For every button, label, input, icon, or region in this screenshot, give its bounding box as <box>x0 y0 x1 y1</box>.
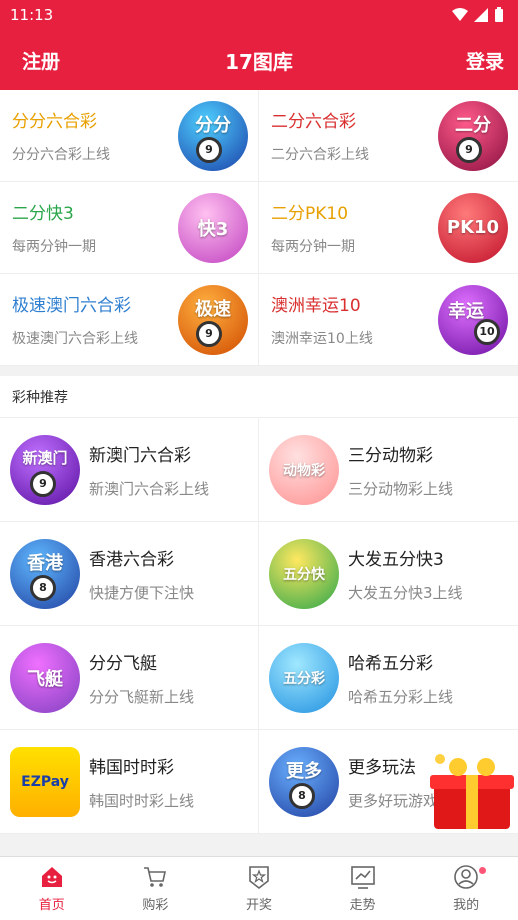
airship-icon: 飞艇 <box>10 642 80 713</box>
lottery-balls-icon: 新澳门 9 <box>10 434 80 505</box>
section-title: 彩种推荐 <box>0 376 518 418</box>
dice-icon: 快3 <box>178 192 248 263</box>
tab-buy[interactable]: 购彩 <box>104 857 208 920</box>
animal-icon: 动物彩 <box>269 434 339 505</box>
cart-icon <box>144 867 167 887</box>
game-desc: 新澳门六合彩上线 <box>89 479 210 498</box>
game-desc: 澳洲幸运10上线 <box>271 331 373 347</box>
app-header: 注册 17图库 登录 <box>0 30 518 90</box>
game-name: 哈希五分彩 <box>348 653 433 674</box>
game-desc: 分分六合彩上线 <box>12 147 110 163</box>
battery-icon <box>495 7 503 22</box>
recommend-item[interactable]: 飞艇 分分飞艇分分飞艇新上线 <box>0 626 259 730</box>
game-name: 分分六合彩 <box>12 112 97 132</box>
recommend-grid: 新澳门 9 新澳门六合彩 新澳门六合彩上线 动物彩 三分动物彩三分动物彩上线 香港 8… <box>0 418 518 834</box>
featured-item[interactable]: 澳洲幸运10 澳洲幸运10上线 幸运 10 <box>259 274 518 366</box>
lottery-balls-icon: 分分 9 <box>178 100 248 171</box>
alarm-clock-icon: 五分彩 <box>269 642 339 713</box>
game-desc: 大发五分快3上线 <box>348 583 463 602</box>
recommend-item[interactable]: 更多 8 更多玩法更多好玩游戏 <box>259 730 518 834</box>
game-desc: 三分动物彩上线 <box>348 479 454 498</box>
status-time: 11:13 <box>10 6 54 24</box>
game-name: 澳洲幸运10 <box>271 296 361 316</box>
recommend-item[interactable]: 五分快 大发五分快3 大发五分快3上线 <box>259 522 518 626</box>
gift-box-icon[interactable] <box>428 751 516 831</box>
featured-item[interactable]: 分分六合彩分分六合彩上线 分分 9 <box>0 90 259 182</box>
game-desc: 每两分钟一期 <box>271 239 355 255</box>
page-title: 17图库 <box>225 49 293 74</box>
game-name: 二分六合彩 <box>271 112 356 132</box>
game-name: 二分PK10 <box>271 204 349 224</box>
tab-home[interactable]: 首页 <box>0 857 104 920</box>
user-icon <box>454 865 478 889</box>
status-bar: 11:13 <box>0 0 518 30</box>
game-desc: 韩国时时彩上线 <box>89 791 195 810</box>
game-name: 新澳门六合彩 <box>89 445 191 466</box>
recommend-item[interactable]: 五分彩 哈希五分彩哈希五分彩上线 <box>259 626 518 730</box>
register-button[interactable]: 注册 <box>22 47 60 74</box>
featured-item[interactable]: 二分快3 每两分钟一期 快3 <box>0 182 259 274</box>
game-desc: 每两分钟一期 <box>12 239 96 255</box>
tab-label: 我的 <box>453 898 480 913</box>
tab-bar: 首页 购彩 开奖 走势 我的 <box>0 856 518 920</box>
lottery-balls-icon: 更多 8 <box>269 746 339 817</box>
game-name: 大发五分快3 <box>348 549 444 570</box>
tab-trend[interactable]: 走势 <box>311 857 415 920</box>
lottery-balls-icon: 香港 8 <box>10 538 80 609</box>
tab-label: 购彩 <box>142 898 169 913</box>
tab-label: 走势 <box>349 898 376 913</box>
game-desc: 快捷方便下注快 <box>89 583 195 602</box>
home-icon <box>41 867 62 887</box>
tab-mine[interactable]: 我的 <box>414 857 518 920</box>
recommend-item[interactable]: EZPay 韩国时时彩韩国时时彩上线 <box>0 730 259 834</box>
wifi-icon <box>452 8 468 21</box>
award-icon <box>249 866 269 890</box>
tab-label: 首页 <box>38 898 65 913</box>
game-name: 二分快3 <box>12 204 74 224</box>
game-desc: 分分飞艇新上线 <box>89 687 195 706</box>
login-button[interactable]: 登录 <box>466 47 504 74</box>
tab-label: 开奖 <box>245 898 272 913</box>
notification-dot <box>478 867 486 874</box>
game-desc: 哈希五分彩上线 <box>348 687 454 706</box>
featured-item[interactable]: 二分PK10 每两分钟一期 PK10 <box>259 182 518 274</box>
trend-icon <box>350 866 375 889</box>
game-name: 三分动物彩 <box>348 445 433 466</box>
signal-icon <box>474 8 488 22</box>
game-desc: 极速澳门六合彩上线 <box>12 331 138 347</box>
recommend-item[interactable]: 动物彩 三分动物彩三分动物彩上线 <box>259 418 518 522</box>
ezpay-phone-icon: EZPay <box>10 746 80 817</box>
game-desc: 更多好玩游戏 <box>348 791 439 810</box>
recommend-item[interactable]: 新澳门 9 新澳门六合彩 新澳门六合彩上线 <box>0 418 259 522</box>
game-desc: 二分六合彩上线 <box>271 147 369 163</box>
featured-item[interactable]: 二分六合彩二分六合彩上线 二分 9 <box>259 90 518 182</box>
lottery-balls-icon: 二分 9 <box>438 100 508 171</box>
game-name: 韩国时时彩 <box>89 757 174 778</box>
dice-icon: 五分快 <box>269 538 339 609</box>
featured-grid: 分分六合彩分分六合彩上线 分分 9 二分六合彩二分六合彩上线 二分 9 二分快3 每两… <box>0 90 518 366</box>
game-name: 更多玩法 <box>348 757 416 778</box>
game-name: 香港六合彩 <box>89 549 174 570</box>
game-name: 分分飞艇 <box>89 653 157 674</box>
lucky-ball-icon: 幸运 10 <box>438 284 508 355</box>
game-name: 极速澳门六合彩 <box>12 296 131 316</box>
race-car-icon: PK10 <box>438 192 508 263</box>
lottery-balls-icon: 极速 9 <box>178 284 248 355</box>
featured-item[interactable]: 极速澳门六合彩极速澳门六合彩上线 极速 9 <box>0 274 259 366</box>
tab-draw[interactable]: 开奖 <box>207 857 311 920</box>
recommend-item[interactable]: 香港 8 香港六合彩快捷方便下注快 <box>0 522 259 626</box>
